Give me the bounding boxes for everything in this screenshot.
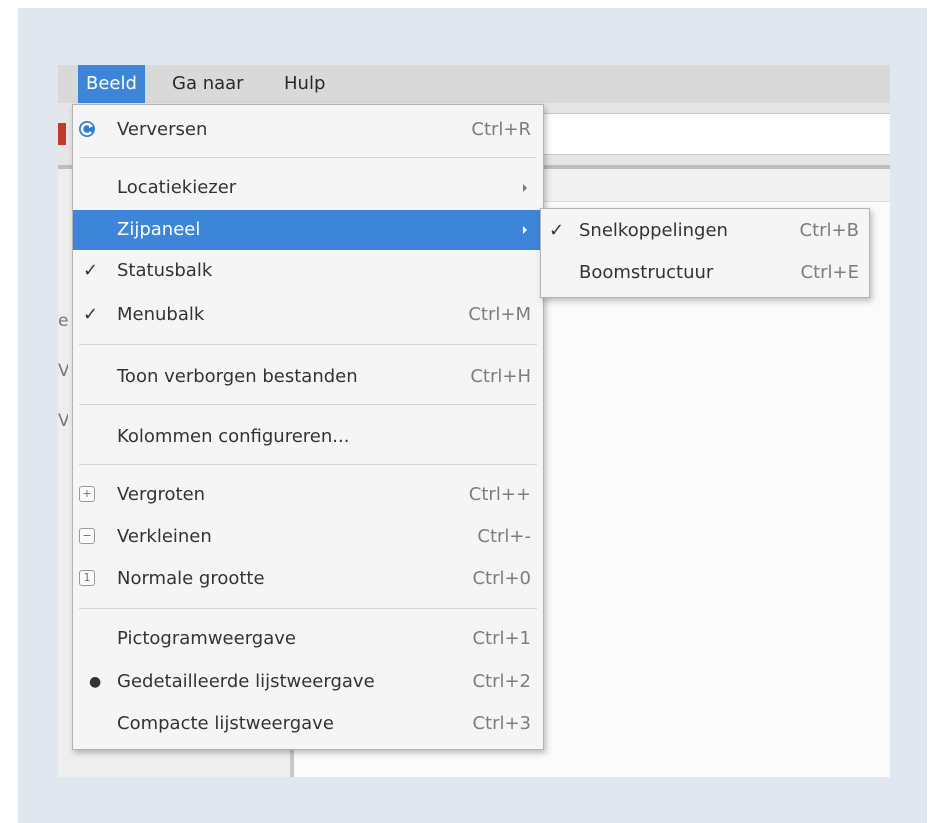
shortcut-label: Ctrl+-: [477, 526, 531, 547]
submenu-arrow-icon: [523, 226, 527, 234]
menu-item-detailed-list[interactable]: ● Gedetailleerde lijstweergave Ctrl+2: [73, 662, 543, 702]
menu-separator: [79, 464, 537, 465]
sidebar-item-fragment[interactable]: V: [58, 361, 68, 381]
menu-item-label: Verkleinen: [117, 526, 212, 547]
shortcut-label: Ctrl+R: [471, 119, 531, 140]
menu-item-label: Gedetailleerde lijstweergave: [117, 671, 375, 692]
menu-item-label: Verversen: [117, 119, 208, 140]
menu-separator: [79, 157, 537, 158]
menu-item-label: Menubalk: [117, 304, 205, 325]
menu-item-location-picker[interactable]: Locatiekiezer: [73, 168, 543, 208]
menu-item-label: Snelkoppelingen: [579, 220, 728, 241]
menu-item-zoom-out[interactable]: − Verkleinen Ctrl+-: [73, 517, 543, 557]
menu-item-configure-columns[interactable]: Kolommen configureren...: [73, 417, 543, 457]
zoom-original-icon: 1: [79, 570, 95, 586]
shortcut-label: Ctrl+3: [472, 713, 531, 734]
submenu-item-shortcuts[interactable]: ✓ Snelkoppelingen Ctrl+B: [541, 211, 869, 251]
menu-item-label: Boomstructuur: [579, 262, 714, 283]
menu-item-label: Toon verborgen bestanden: [117, 366, 358, 387]
side-panel-submenu: ✓ Snelkoppelingen Ctrl+B Boomstructuur C…: [540, 208, 870, 298]
location-field[interactable]: [538, 113, 890, 155]
shortcut-label: Ctrl+1: [472, 628, 531, 649]
view-menu: Verversen Ctrl+R Locatiekiezer Zijpaneel…: [72, 104, 544, 750]
shortcut-label: Ctrl+H: [470, 366, 531, 387]
menu-item-label: Vergroten: [117, 484, 206, 505]
menu-item-statusbar[interactable]: ✓ Statusbalk: [73, 251, 543, 291]
menu-item-compact-list[interactable]: Compacte lijstweergave Ctrl+3: [73, 704, 543, 744]
menu-hulp[interactable]: Hulp: [276, 65, 333, 103]
checkmark-icon: ✓: [83, 260, 99, 281]
submenu-arrow-icon: [523, 184, 527, 192]
menu-item-zoom-normal[interactable]: 1 Normale grootte Ctrl+0: [73, 559, 543, 599]
checkmark-icon: ✓: [83, 304, 99, 325]
menu-item-label: Locatiekiezer: [117, 177, 237, 198]
menu-bar: Beeld Ga naar Hulp: [58, 65, 890, 104]
menu-item-label: Zijpaneel: [117, 219, 201, 240]
menu-item-show-hidden[interactable]: Toon verborgen bestanden Ctrl+H: [73, 357, 543, 397]
shortcut-label: Ctrl+2: [472, 671, 531, 692]
back-arrow-icon[interactable]: [58, 123, 66, 145]
menu-separator: [79, 404, 537, 405]
sidebar-item-fragment[interactable]: er: [58, 311, 68, 331]
menu-item-label: Compacte lijstweergave: [117, 713, 334, 734]
zoom-out-icon: −: [79, 528, 95, 544]
zoom-in-icon: +: [79, 486, 95, 502]
menu-item-label: Pictogramweergave: [117, 628, 296, 649]
shortcut-label: Ctrl++: [468, 484, 531, 505]
submenu-item-tree[interactable]: Boomstructuur Ctrl+E: [541, 253, 869, 293]
menu-item-menubar[interactable]: ✓ Menubalk Ctrl+M: [73, 295, 543, 335]
radio-bullet-icon: ●: [89, 674, 102, 690]
menu-item-label: Kolommen configureren...: [117, 426, 350, 447]
checkmark-icon: ✓: [549, 220, 565, 241]
menu-item-label: Statusbalk: [117, 260, 213, 281]
menu-item-icon-view[interactable]: Pictogramweergave Ctrl+1: [73, 619, 543, 659]
menu-item-zoom-in[interactable]: + Vergroten Ctrl++: [73, 475, 543, 515]
shortcut-label: Ctrl+E: [800, 262, 859, 283]
shortcut-label: Ctrl+B: [799, 220, 859, 241]
menu-separator: [79, 344, 537, 345]
shortcut-label: Ctrl+0: [472, 568, 531, 589]
sidebar-item-fragment[interactable]: V: [58, 411, 68, 431]
refresh-icon: [79, 121, 95, 137]
shortcut-label: Ctrl+M: [468, 304, 531, 325]
menu-beeld[interactable]: Beeld: [78, 65, 145, 103]
menu-item-refresh[interactable]: Verversen Ctrl+R: [73, 110, 543, 150]
menu-ga-naar[interactable]: Ga naar: [164, 65, 252, 103]
menu-item-side-panel[interactable]: Zijpaneel: [73, 210, 543, 250]
menu-separator: [79, 608, 537, 609]
menu-item-label: Normale grootte: [117, 568, 265, 589]
